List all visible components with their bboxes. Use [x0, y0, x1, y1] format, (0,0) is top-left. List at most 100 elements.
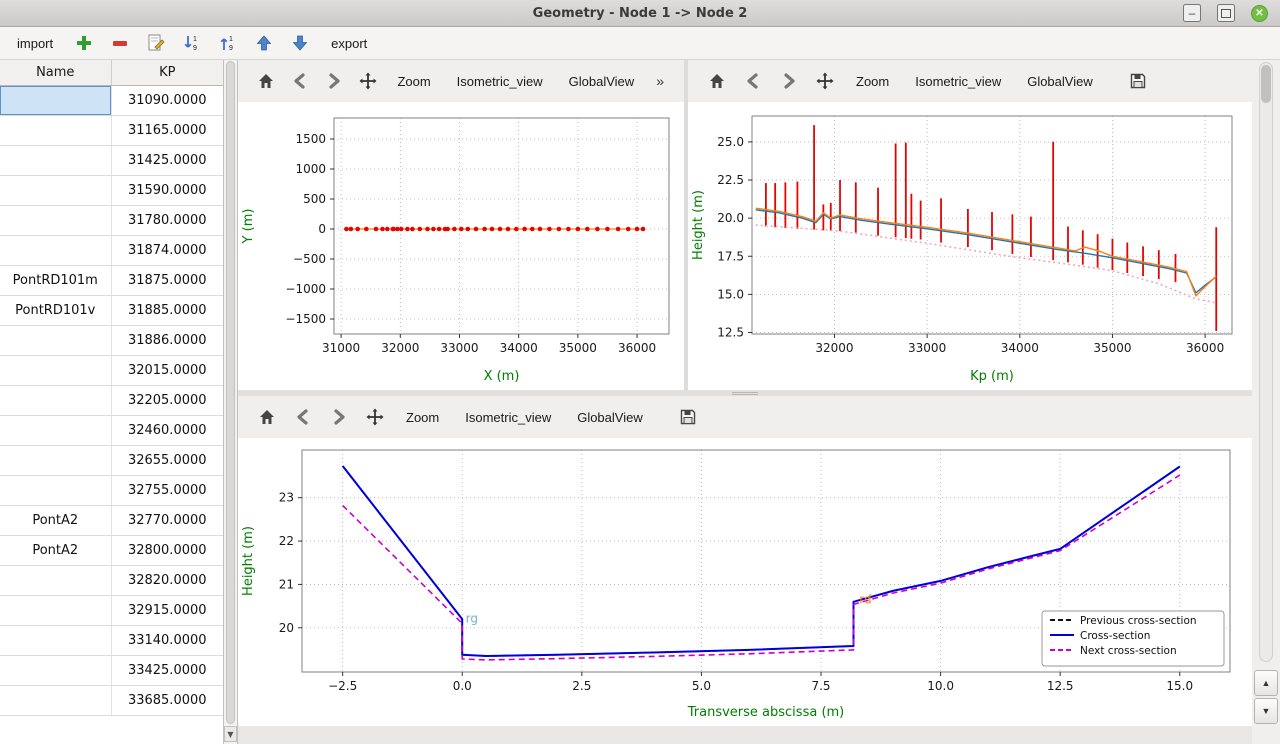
kp-cell[interactable]: 32800.0000 — [112, 536, 224, 565]
move-down-button[interactable] — [288, 31, 312, 55]
pan-button[interactable] — [810, 66, 840, 96]
minimize-button[interactable]: – — [1183, 4, 1201, 22]
save-figure-button[interactable] — [673, 402, 703, 432]
export-button[interactable]: export — [324, 33, 374, 54]
home-button[interactable] — [252, 402, 282, 432]
kp-cell[interactable]: 31875.0000 — [112, 266, 224, 295]
kp-cell[interactable]: 31874.0000 — [112, 236, 224, 265]
isometric-view-button[interactable]: Isometric_view — [905, 70, 1011, 93]
profile-chart[interactable]: 320003300034000350003600012.515.017.520.… — [688, 102, 1252, 390]
name-cell[interactable] — [0, 236, 112, 265]
name-cell[interactable] — [0, 176, 112, 205]
forward-button[interactable] — [320, 66, 348, 96]
import-button[interactable]: import — [10, 33, 60, 54]
kp-cell[interactable]: 32205.0000 — [112, 386, 224, 415]
name-cell[interactable] — [0, 326, 112, 355]
name-cell[interactable] — [0, 686, 112, 715]
table-row[interactable]: 32915.0000 — [0, 596, 223, 626]
sort-ascending-button[interactable]: 19 — [216, 31, 240, 55]
name-cell[interactable] — [0, 146, 112, 175]
table-row[interactable]: 32820.0000 — [0, 566, 223, 596]
name-cell[interactable] — [0, 206, 112, 235]
close-button[interactable]: ✕ — [1251, 5, 1268, 22]
edit-button[interactable] — [144, 31, 168, 55]
table-row[interactable]: 32460.0000 — [0, 416, 223, 446]
table-row[interactable]: 31780.0000 — [0, 206, 223, 236]
home-button[interactable] — [702, 66, 732, 96]
kp-cell[interactable]: 33425.0000 — [112, 656, 224, 685]
plan-chart[interactable]: 310003200033000340003500036000−1500−1000… — [238, 102, 684, 390]
zoom-button[interactable]: Zoom — [387, 70, 440, 93]
back-button[interactable] — [286, 66, 314, 96]
kp-cell[interactable]: 32755.0000 — [112, 476, 224, 505]
table-row[interactable]: 31886.0000 — [0, 326, 223, 356]
name-cell[interactable]: PontA2 — [0, 536, 112, 565]
move-up-button[interactable] — [252, 31, 276, 55]
name-cell[interactable] — [0, 656, 112, 685]
kp-cell[interactable]: 32655.0000 — [112, 446, 224, 475]
table-row[interactable]: 33425.0000 — [0, 656, 223, 686]
name-cell[interactable] — [0, 416, 112, 445]
table-row[interactable]: PontA232800.0000 — [0, 536, 223, 566]
pan-button[interactable] — [360, 402, 390, 432]
scrollbar-track[interactable] — [1259, 62, 1273, 662]
add-row-button[interactable] — [72, 31, 96, 55]
back-button[interactable] — [288, 402, 318, 432]
table-row[interactable]: 31590.0000 — [0, 176, 223, 206]
kp-cell[interactable]: 32915.0000 — [112, 596, 224, 625]
kp-cell[interactable]: 31165.0000 — [112, 116, 224, 145]
table-scrollbar-thumb[interactable] — [226, 61, 235, 724]
cross-section-chart[interactable]: −2.50.02.55.07.510.012.515.020212223Tran… — [238, 438, 1252, 726]
table-row[interactable]: 31090.0000 — [0, 86, 223, 116]
table-row[interactable]: 32755.0000 — [0, 476, 223, 506]
scrollbar-thumb[interactable] — [1261, 65, 1271, 103]
table-row[interactable]: PontRD101v31885.0000 — [0, 296, 223, 326]
kp-cell[interactable]: 31590.0000 — [112, 176, 224, 205]
name-cell[interactable] — [0, 476, 112, 505]
name-cell[interactable] — [0, 566, 112, 595]
name-cell[interactable] — [0, 446, 112, 475]
table-row[interactable]: 33685.0000 — [0, 686, 223, 716]
isometric-view-button[interactable]: Isometric_view — [455, 406, 561, 429]
forward-button[interactable] — [774, 66, 804, 96]
column-header-name[interactable]: Name — [0, 60, 112, 85]
table-row[interactable]: PontRD101m31875.0000 — [0, 266, 223, 296]
name-cell[interactable]: PontRD101v — [0, 296, 112, 325]
scroll-up-button[interactable]: ▲ — [1254, 670, 1278, 696]
table-row[interactable]: 32655.0000 — [0, 446, 223, 476]
name-cell[interactable] — [0, 386, 112, 415]
name-cell[interactable] — [0, 356, 112, 385]
table-row[interactable]: 31425.0000 — [0, 146, 223, 176]
toolbar-overflow-button[interactable]: » — [650, 71, 670, 91]
table-scroll-down-icon[interactable]: ▼ — [224, 726, 237, 742]
kp-cell[interactable]: 32820.0000 — [112, 566, 224, 595]
zoom-button[interactable]: Zoom — [846, 70, 899, 93]
table-row[interactable]: 32205.0000 — [0, 386, 223, 416]
table-row[interactable]: PontA232770.0000 — [0, 506, 223, 536]
kp-cell[interactable]: 31886.0000 — [112, 326, 224, 355]
forward-button[interactable] — [324, 402, 354, 432]
global-view-button[interactable]: GlobalView — [567, 406, 653, 429]
kp-cell[interactable]: 31885.0000 — [112, 296, 224, 325]
save-figure-button[interactable] — [1123, 66, 1153, 96]
sort-descending-button[interactable]: 19 — [180, 31, 204, 55]
table-row[interactable]: 32015.0000 — [0, 356, 223, 386]
kp-cell[interactable]: 33140.0000 — [112, 626, 224, 655]
name-cell[interactable] — [0, 596, 112, 625]
isometric-view-button[interactable]: Isometric_view — [447, 70, 553, 93]
column-header-kp[interactable]: KP — [112, 60, 224, 85]
maximize-button[interactable] — [1217, 4, 1235, 22]
kp-cell[interactable]: 32015.0000 — [112, 356, 224, 385]
remove-row-button[interactable] — [108, 31, 132, 55]
name-cell[interactable] — [0, 626, 112, 655]
kp-cell[interactable]: 31425.0000 — [112, 146, 224, 175]
scroll-down-button[interactable]: ▼ — [1254, 698, 1278, 724]
back-button[interactable] — [738, 66, 768, 96]
table-row[interactable]: 33140.0000 — [0, 626, 223, 656]
kp-cell[interactable]: 31090.0000 — [112, 86, 224, 115]
kp-cell[interactable]: 32460.0000 — [112, 416, 224, 445]
name-cell[interactable]: PontA2 — [0, 506, 112, 535]
name-cell[interactable]: PontRD101m — [0, 266, 112, 295]
zoom-button[interactable]: Zoom — [396, 406, 449, 429]
name-cell[interactable] — [0, 86, 112, 115]
